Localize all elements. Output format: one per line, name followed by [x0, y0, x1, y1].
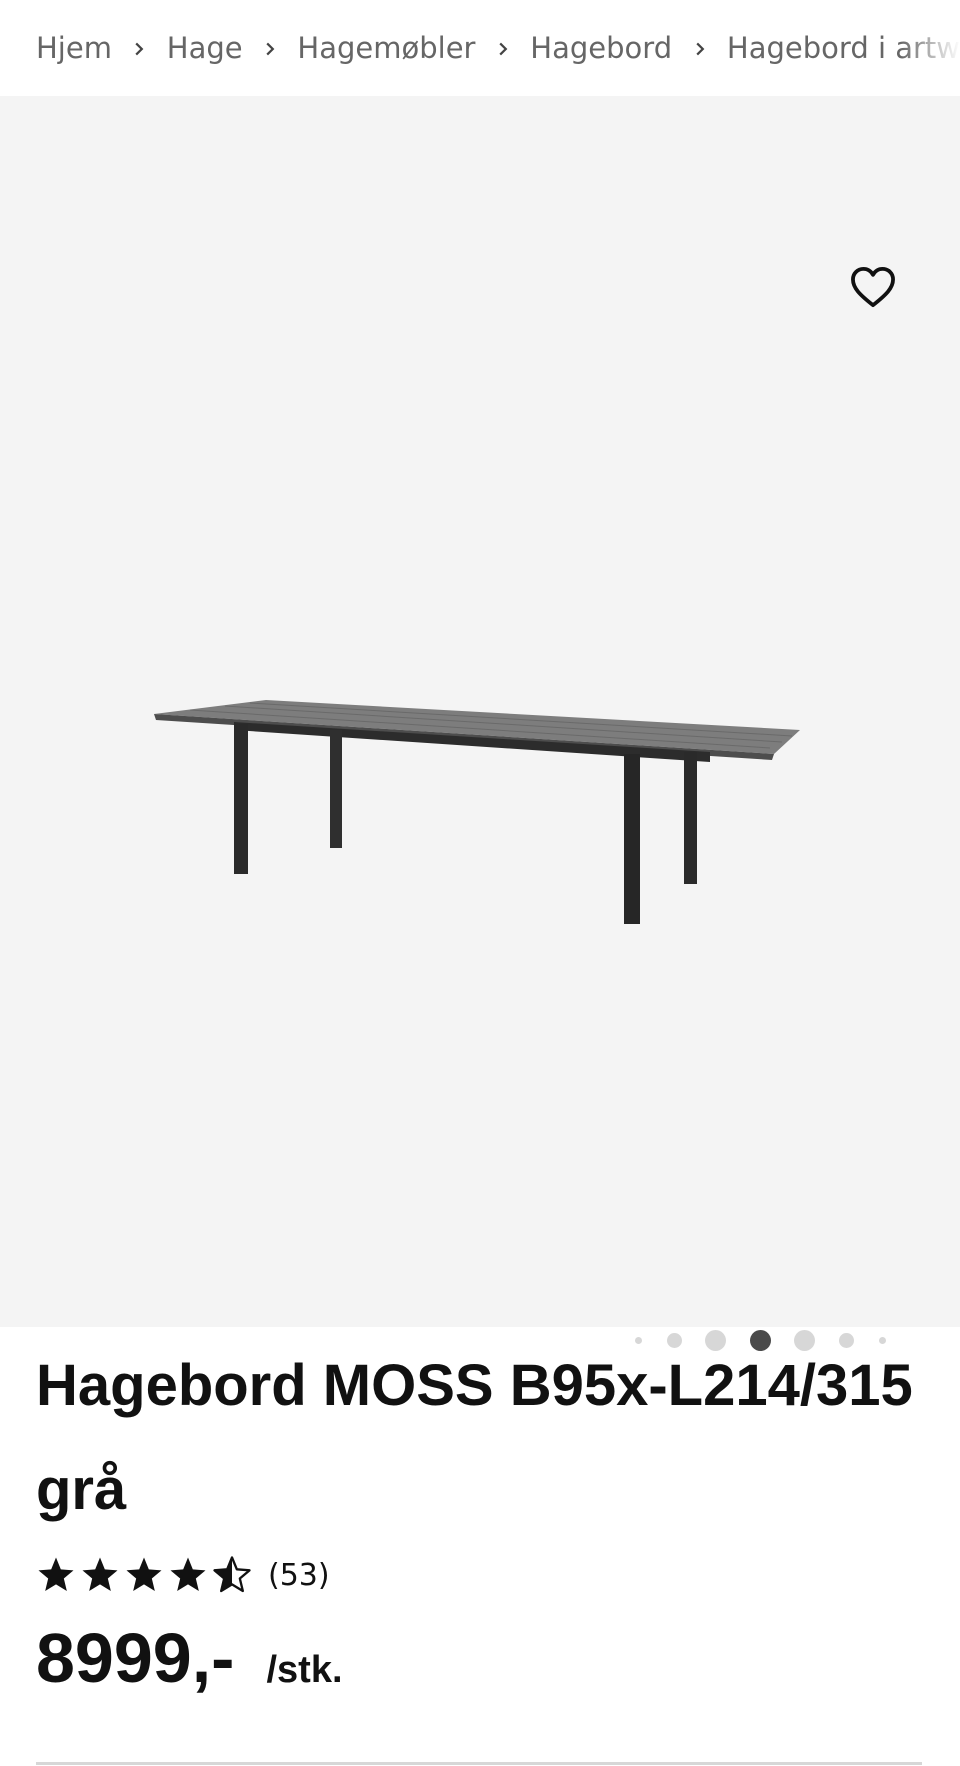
divider [36, 1762, 922, 1765]
breadcrumb: Hjem Hage Hagemøbler Hagebord Hagebord i… [0, 0, 960, 96]
chevron-right-icon [243, 39, 298, 58]
chevron-right-icon [112, 39, 167, 58]
product-image-table[interactable] [150, 696, 810, 926]
product-title: Hagebord MOSS B95x-L214/315 grå [36, 1353, 913, 1522]
breadcrumb-item-hage[interactable]: Hage [167, 31, 243, 65]
breadcrumb-item-hagebord[interactable]: Hagebord [530, 31, 672, 65]
product-rating[interactable]: (53) [36, 1553, 330, 1597]
wishlist-button[interactable] [848, 264, 898, 310]
heart-outline-icon [851, 266, 895, 308]
chevron-right-icon [475, 39, 530, 58]
rating-count[interactable]: (53) [268, 1558, 330, 1593]
chevron-right-icon [672, 39, 727, 58]
star-filled-icon [38, 1557, 74, 1591]
price-row: 8999,- /stk. [36, 1618, 343, 1698]
star-filled-icon [126, 1557, 162, 1591]
breadcrumb-item-hjem[interactable]: Hjem [36, 31, 112, 65]
breadcrumb-item-hagemobler[interactable]: Hagemøbler [297, 31, 475, 65]
star-filled-icon [170, 1557, 206, 1591]
price-unit: /stk. [266, 1649, 343, 1691]
breadcrumb-fade [900, 0, 960, 96]
star-half-icon [213, 1556, 251, 1593]
product-gallery[interactable] [0, 96, 960, 1351]
star-filled-icon [82, 1557, 118, 1591]
product-price: 8999,- [36, 1619, 235, 1697]
